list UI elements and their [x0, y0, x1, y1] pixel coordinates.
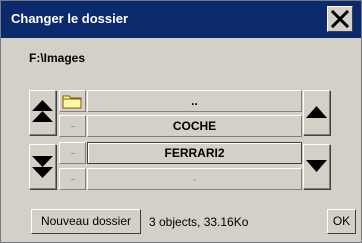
list-item-ferrari2[interactable]: FERRARI2 — [87, 142, 302, 164]
list-item-parent[interactable]: .. — [87, 90, 302, 112]
scroll-down-button[interactable] — [303, 144, 330, 189]
ok-button[interactable]: OK — [327, 209, 356, 234]
list-item-label: FERRARI2 — [164, 146, 225, 160]
empty-marker — [71, 153, 75, 154]
new-folder-button[interactable]: Nouveau dossier — [31, 209, 141, 234]
title-bar: Changer le dossier — [1, 1, 361, 38]
folder-icon — [62, 95, 82, 109]
scroll-up-button[interactable] — [303, 90, 330, 135]
list-item-icon-cell[interactable] — [59, 142, 86, 164]
double-up-arrow-icon — [32, 100, 53, 122]
close-icon — [330, 9, 350, 29]
new-folder-label: Nouveau dossier — [40, 214, 132, 228]
list-item-label: .. — [191, 94, 198, 108]
page-up-button[interactable] — [29, 90, 56, 135]
down-arrow-icon — [306, 160, 327, 172]
list-item-coche[interactable]: COCHE — [87, 115, 302, 137]
list-item-label: COCHE — [172, 119, 217, 133]
dialog-title: Changer le dossier — [11, 11, 129, 26]
close-button[interactable] — [327, 6, 353, 32]
empty-marker — [71, 179, 75, 180]
status-text: 3 objects, 33.16Ko — [149, 215, 249, 229]
list-item-icon-cell[interactable] — [59, 90, 86, 112]
empty-marker — [71, 126, 75, 127]
double-down-arrow-icon — [32, 156, 53, 178]
current-path: F:\Images — [29, 51, 86, 65]
page-down-button[interactable] — [29, 144, 56, 189]
list-item-icon-cell[interactable] — [59, 115, 86, 137]
list-item-icon-cell[interactable] — [59, 168, 86, 190]
list-item-label: - — [192, 172, 197, 186]
up-arrow-icon — [306, 106, 327, 118]
list-item-empty[interactable]: - — [87, 168, 302, 190]
ok-label: OK — [332, 214, 351, 228]
change-folder-dialog: Changer le dossier F:\Images .. COCHE FE… — [0, 0, 362, 243]
